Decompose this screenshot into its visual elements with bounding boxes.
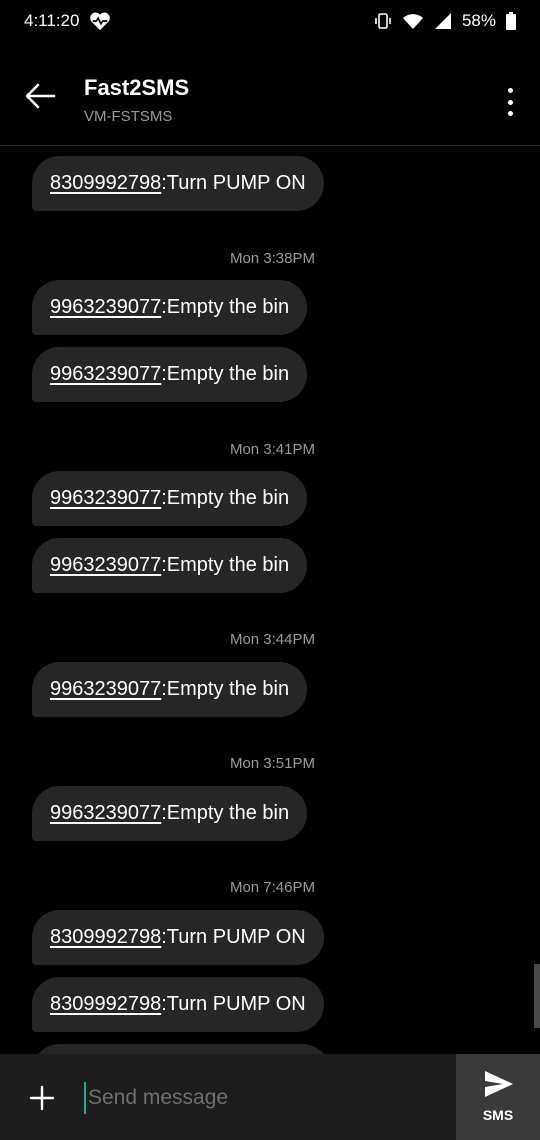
message-list[interactable]: 8309992798:Turn PUMP ON Mon 3:38PM 99632… [0, 146, 540, 1054]
phone-number-link[interactable]: 9963239077 [50, 487, 161, 510]
message-bubble[interactable]: 9963239077:Empty the bin [32, 280, 308, 335]
message-timestamp: Mon 3:41PM [229, 441, 315, 458]
battery-percent: 58% [461, 11, 496, 30]
message-text: :Turn PUMP ON [161, 993, 306, 1015]
composer-bar: SMS [0, 1054, 540, 1140]
back-button[interactable] [22, 78, 58, 114]
message-timestamp: Mon 7:46PM [229, 879, 315, 896]
message-bubble[interactable]: 8309992798:Turn PUMP ON [32, 910, 324, 965]
message-bubble[interactable]: 8309992798:Turn PUMP ON [32, 977, 324, 1032]
message-bubble-partial[interactable] [32, 1044, 330, 1054]
message-timestamp: Mon 3:38PM [229, 250, 315, 267]
message-text: :Empty the bin [161, 678, 290, 700]
scrollbar-thumb[interactable] [534, 964, 540, 1028]
phone-number-link[interactable]: 8309992798 [50, 926, 161, 949]
app-bar: Fast2SMS VM-FSTSMS [0, 42, 540, 146]
message-text: :Empty the bin [161, 802, 290, 824]
phone-number-link[interactable]: 8309992798 [50, 993, 161, 1016]
plus-icon [29, 1085, 55, 1111]
phone-number-link[interactable]: 9963239077 [50, 554, 161, 577]
message-input[interactable] [84, 1082, 448, 1114]
phone-number-link[interactable]: 9963239077 [50, 363, 161, 386]
phone-number-link[interactable]: 9963239077 [50, 678, 161, 701]
message-bubble[interactable]: 9963239077:Empty the bin [32, 786, 308, 841]
phone-number-link[interactable]: 9963239077 [50, 296, 161, 319]
message-text: :Empty the bin [161, 487, 290, 509]
message-text: :Empty the bin [161, 363, 290, 385]
message-bubble[interactable]: 9963239077:Empty the bin [32, 662, 308, 717]
conversation-subtitle: VM-FSTSMS [84, 108, 173, 125]
phone-number-link[interactable]: 9963239077 [50, 802, 161, 825]
message-text: :Turn PUMP ON [161, 172, 306, 194]
message-bubble[interactable]: 9963239077:Empty the bin [32, 471, 308, 526]
more-vert-icon-dot [507, 99, 513, 105]
more-options-button[interactable] [498, 84, 522, 120]
conversation-title: Fast2SMS [84, 75, 190, 100]
message-bubble[interactable]: 9963239077:Empty the bin [32, 347, 308, 402]
phone-number-link[interactable]: 8309992798 [50, 172, 161, 195]
message-timestamp: Mon 3:44PM [229, 631, 315, 648]
message-text: :Turn PUMP ON [161, 926, 306, 948]
send-label: SMS [482, 1107, 514, 1123]
battery-icon [506, 12, 516, 30]
send-icon [485, 1071, 513, 1097]
more-vert-icon-dot [507, 111, 513, 116]
message-bubble[interactable]: 9963239077:Empty the bin [32, 538, 308, 593]
message-bubble[interactable]: 8309992798:Turn PUMP ON [32, 156, 324, 211]
heart-pulse-icon [90, 12, 111, 31]
message-timestamp: Mon 3:51PM [229, 755, 315, 772]
status-bar: 4:11:20 58% [0, 0, 540, 42]
message-text: :Empty the bin [161, 296, 290, 318]
back-arrow-icon [25, 83, 56, 109]
wifi-icon [402, 14, 423, 29]
more-vert-icon [507, 88, 513, 93]
signal-icon [434, 13, 451, 29]
message-text: :Empty the bin [161, 554, 290, 576]
vibrate-icon [375, 13, 391, 29]
attach-button[interactable] [28, 1084, 56, 1112]
send-button[interactable]: SMS [456, 1054, 540, 1140]
conversation-header: Fast2SMS VM-FSTSMS [84, 74, 189, 125]
status-time: 4:11:20 [24, 11, 80, 30]
